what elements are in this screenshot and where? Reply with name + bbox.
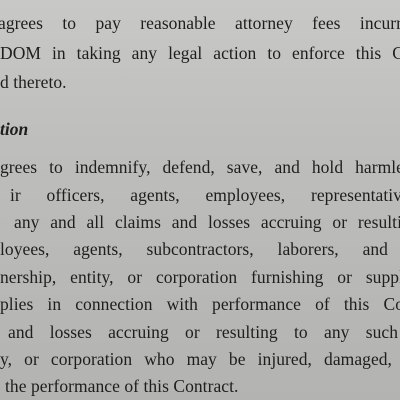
- paragraph-2-line-2: ir officers, agents, employees, represen…: [10, 185, 400, 205]
- paragraph-2-line-7: and losses accruing or resulting to any …: [8, 322, 398, 342]
- paragraph-1-line-3: d thereto.: [0, 72, 67, 92]
- paragraph-2-line-5: nership, entity, or corporation furnishi…: [0, 267, 400, 287]
- section-heading: tion: [0, 119, 29, 139]
- paragraph-2-line-6: plies in connection with performance of …: [0, 294, 400, 314]
- paragraph-2-line-1: grees to indemnify, defend, save, and ho…: [0, 157, 400, 177]
- document-page: agrees to pay reasonable attorney fees i…: [0, 0, 400, 400]
- paragraph-2-line-9: the performance of this Contract.: [5, 376, 239, 396]
- paragraph-1-line-2: DOM in taking any legal action to enforc…: [0, 43, 400, 63]
- paragraph-2-line-8: y, or corporation who may be injured, da…: [0, 349, 392, 369]
- paragraph-2-line-3: any and all claims and losses accruing o…: [14, 212, 400, 232]
- paragraph-1-line-1: agrees to pay reasonable attorney fees i…: [0, 13, 400, 33]
- paragraph-2-line-4: loyees, agents, subcontractors, laborers…: [0, 239, 388, 259]
